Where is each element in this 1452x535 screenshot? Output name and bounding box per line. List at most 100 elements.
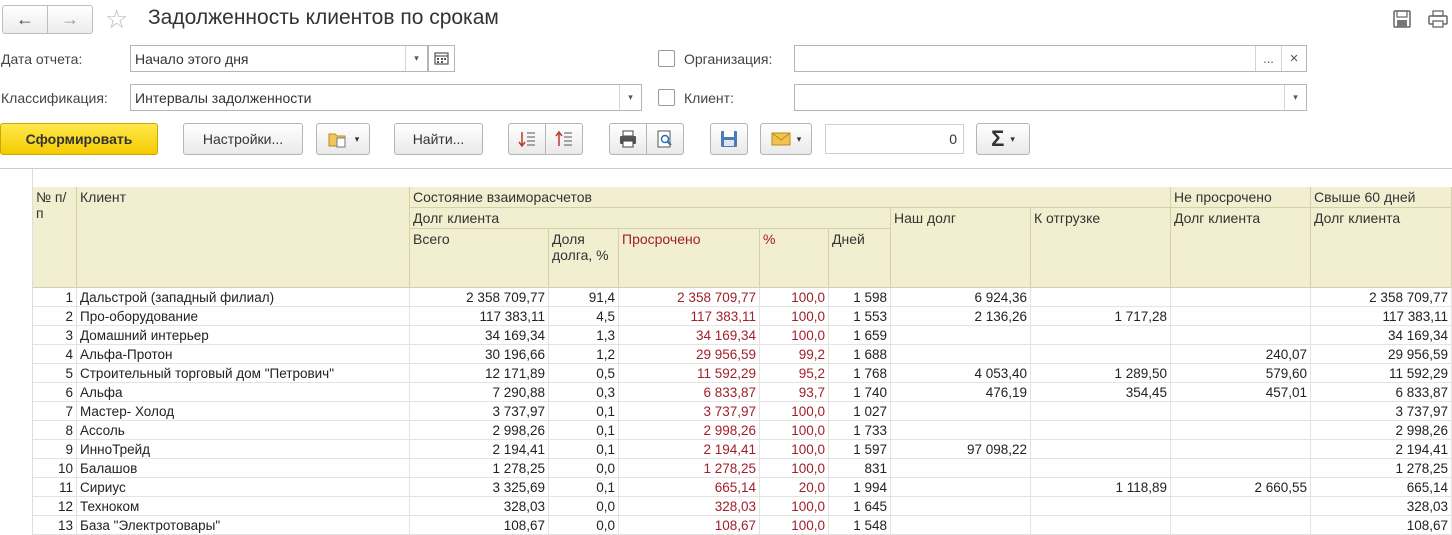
header-our-debt: Наш долг [891, 208, 1031, 288]
save-icon[interactable] [1391, 8, 1413, 30]
organization-checkbox[interactable] [658, 50, 675, 67]
cell-over60: 665,14 [1311, 478, 1452, 497]
save-report-button[interactable] [710, 123, 748, 155]
cell-total: 30 196,66 [410, 345, 549, 364]
cell-overdue: 29 956,59 [619, 345, 760, 364]
cell-share: 0,0 [549, 516, 619, 535]
cell-client: Ассоль [77, 421, 410, 440]
cell-total: 7 290,88 [410, 383, 549, 402]
cell-share: 0,0 [549, 497, 619, 516]
cell-total: 3 325,69 [410, 478, 549, 497]
cell-to-ship [1031, 421, 1171, 440]
cell-days: 1 598 [829, 288, 891, 307]
cell-num: 7 [33, 402, 77, 421]
chevron-down-icon[interactable]: ▾ [1284, 85, 1306, 110]
cell-client: Про-оборудование [77, 307, 410, 326]
cell-share: 4,5 [549, 307, 619, 326]
sum-button[interactable]: Σ ▾ [976, 123, 1030, 155]
cell-overdue: 1 278,25 [619, 459, 760, 478]
cell-days: 1 027 [829, 402, 891, 421]
cell-over60: 34 169,34 [1311, 326, 1452, 345]
cell-client: Альфа-Протон [77, 345, 410, 364]
cell-not-overdue [1171, 307, 1311, 326]
cell-days: 1 597 [829, 440, 891, 459]
generate-button[interactable]: Сформировать [0, 123, 158, 155]
ellipsis-button[interactable]: ... [1255, 46, 1281, 71]
cell-share: 0,1 [549, 421, 619, 440]
header-not-overdue-debt: Долг клиента [1171, 208, 1311, 288]
cell-client: Балашов [77, 459, 410, 478]
cell-num: 4 [33, 345, 77, 364]
header-over60: Свыше 60 дней [1311, 187, 1452, 208]
cell-our-debt: 2 136,26 [891, 307, 1031, 326]
cell-not-overdue [1171, 459, 1311, 478]
sort-ascending-button[interactable] [508, 123, 546, 155]
organization-field[interactable]: ... × [794, 45, 1307, 72]
print-preview-button[interactable] [646, 123, 684, 155]
cell-overdue: 3 737,97 [619, 402, 760, 421]
printer-icon [620, 130, 636, 148]
title-bar: ← → ☆ Задолженность клиентов по срокам [0, 0, 1452, 40]
cell-over60: 29 956,59 [1311, 345, 1452, 364]
cell-client: Техноком [77, 497, 410, 516]
favorite-star-icon[interactable]: ☆ [105, 5, 128, 33]
cell-our-debt [891, 459, 1031, 478]
print-icon[interactable] [1427, 8, 1449, 30]
header-not-overdue: Не просрочено [1171, 187, 1311, 208]
chevron-down-icon[interactable]: ▾ [405, 46, 427, 71]
cell-to-ship: 354,45 [1031, 383, 1171, 402]
cell-to-ship: 1 289,50 [1031, 364, 1171, 383]
settings-button[interactable]: Настройки... [183, 123, 303, 155]
cell-client: Дальстрой (западный филиал) [77, 288, 410, 307]
cell-client: База "Электротовары" [77, 516, 410, 535]
calendar-button[interactable] [428, 45, 455, 72]
sort-descending-button[interactable] [545, 123, 583, 155]
cell-total: 328,03 [410, 497, 549, 516]
cell-num: 8 [33, 421, 77, 440]
cell-pct: 100,0 [760, 459, 829, 478]
send-email-button[interactable]: ▾ [760, 123, 812, 155]
print-preview-icon [657, 130, 672, 148]
cell-total: 108,67 [410, 516, 549, 535]
header-overdue: Просрочено [619, 229, 760, 288]
cell-share: 1,2 [549, 345, 619, 364]
client-field[interactable]: ▾ [794, 84, 1307, 111]
cell-overdue: 2 194,41 [619, 440, 760, 459]
cell-not-overdue: 457,01 [1171, 383, 1311, 402]
cell-over60: 11 592,29 [1311, 364, 1452, 383]
cell-to-ship [1031, 402, 1171, 421]
cell-days: 1 553 [829, 307, 891, 326]
folder-icon [328, 133, 346, 148]
cell-share: 0,1 [549, 478, 619, 497]
print-button[interactable] [609, 123, 647, 155]
forward-button[interactable]: → [47, 5, 93, 34]
cell-days: 1 733 [829, 421, 891, 440]
cell-pct: 100,0 [760, 402, 829, 421]
cell-to-ship [1031, 288, 1171, 307]
cell-share: 0,3 [549, 383, 619, 402]
cell-our-debt [891, 402, 1031, 421]
report-date-field[interactable]: Начало этого дня ▾ [130, 45, 428, 72]
report-date-value: Начало этого дня [135, 51, 249, 67]
cell-our-debt [891, 497, 1031, 516]
client-label: Клиент: [684, 90, 734, 106]
cell-to-ship: 1 717,28 [1031, 307, 1171, 326]
classification-field[interactable]: Интервалы задолженности ▾ [130, 84, 642, 111]
cell-overdue: 328,03 [619, 497, 760, 516]
cell-client: Сириус [77, 478, 410, 497]
client-checkbox[interactable] [658, 89, 675, 106]
header-over60-debt: Долг клиента [1311, 208, 1452, 288]
cell-overdue: 34 169,34 [619, 326, 760, 345]
number-field[interactable]: 0 [825, 124, 964, 154]
cell-pct: 100,0 [760, 288, 829, 307]
back-button[interactable]: ← [2, 5, 48, 34]
variants-button[interactable]: ▾ [316, 123, 370, 155]
cell-client: Мастер- Холод [77, 402, 410, 421]
find-button[interactable]: Найти... [394, 123, 483, 155]
chevron-down-icon[interactable]: ▾ [619, 85, 641, 110]
cell-our-debt [891, 421, 1031, 440]
chevron-down-icon: ▾ [354, 133, 360, 144]
clear-icon[interactable]: × [1281, 46, 1306, 71]
calendar-icon [434, 52, 449, 65]
cell-pct: 93,7 [760, 383, 829, 402]
